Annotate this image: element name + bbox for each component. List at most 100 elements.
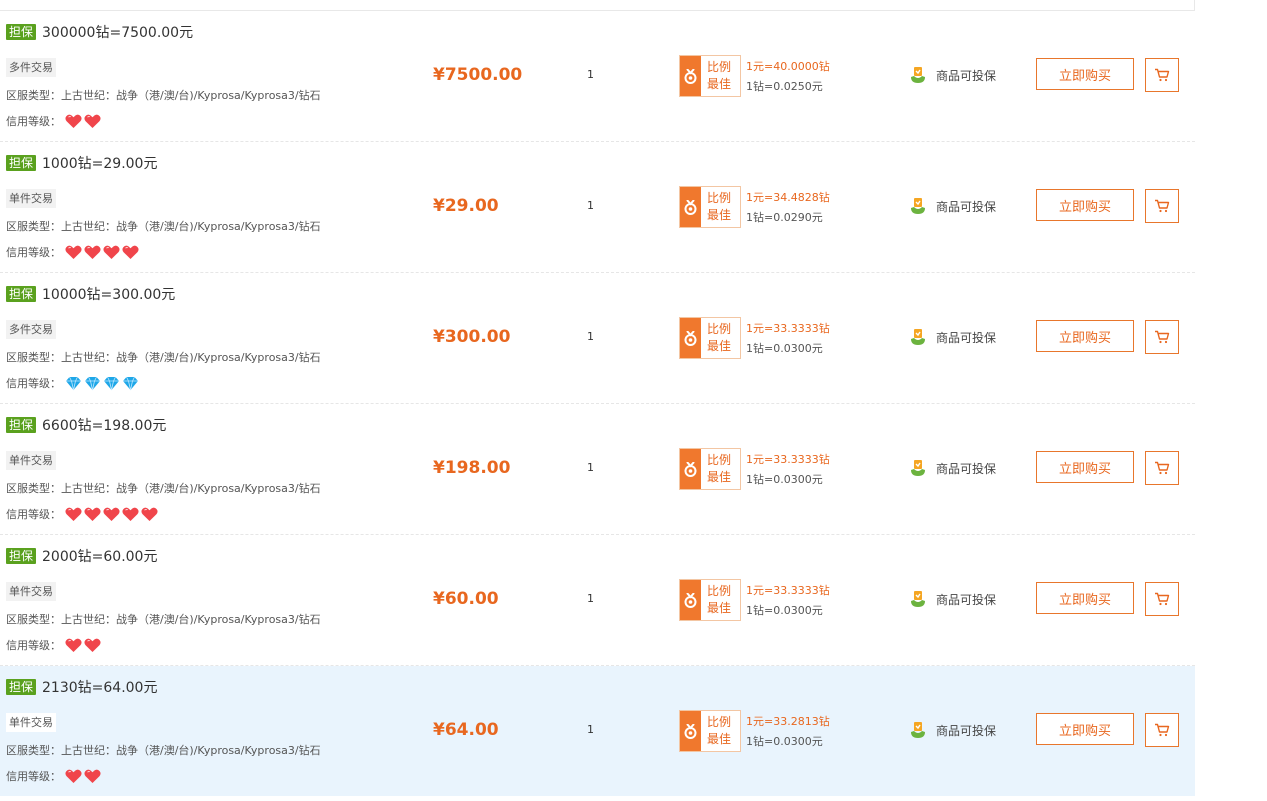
add-to-cart-button[interactable] (1145, 582, 1179, 616)
insurance-icon (911, 591, 925, 607)
listing-row[interactable]: 担保 1000钻=29.00元 单件交易 区服类型：上古世纪：战争（港/澳/台)… (0, 142, 1195, 273)
credit-icons (65, 376, 141, 391)
guarantee-badge: 担保 (6, 24, 37, 40)
heart-icon (65, 638, 82, 653)
heart-icon (122, 245, 139, 260)
listing-title-line: 担保 2130钻=64.00元 (6, 678, 157, 696)
cart-icon (1155, 723, 1170, 737)
buy-now-button[interactable]: 立即购买 (1036, 320, 1134, 352)
listing-row[interactable]: 担保 10000钻=300.00元 多件交易 区服类型：上古世纪：战争（港/澳/… (0, 273, 1195, 404)
credit-level: 信用等级： (6, 375, 141, 391)
listing-title[interactable]: 1000钻=29.00元 (42, 153, 157, 173)
credit-level: 信用等级： (6, 637, 103, 653)
buy-now-button[interactable]: 立即购买 (1036, 582, 1134, 614)
best-ratio-badge: 比例 最佳 (679, 186, 741, 228)
medal-icon (680, 56, 701, 96)
add-to-cart-button[interactable] (1145, 320, 1179, 354)
rate-diamond-to-yuan: 1钻=0.0300元 (746, 604, 823, 617)
listing-title-line: 担保 300000钻=7500.00元 (6, 23, 193, 41)
server-info: 区服类型：上古世纪：战争（港/澳/台)/Kyprosa/Kyprosa3/钻石 (6, 349, 321, 365)
listing-title[interactable]: 300000钻=7500.00元 (42, 22, 193, 42)
rate-diamond-to-yuan: 1钻=0.0250元 (746, 80, 823, 93)
listing-title[interactable]: 2130钻=64.00元 (42, 677, 157, 697)
quantity: 1 (587, 723, 594, 736)
cart-icon (1155, 199, 1170, 213)
listing-row[interactable]: 担保 6600钻=198.00元 单件交易 区服类型：上古世纪：战争（港/澳/台… (0, 404, 1195, 535)
heart-icon (84, 638, 101, 653)
server-label: 区服类型： (6, 613, 61, 626)
medal-icon (680, 711, 701, 751)
best-ratio-badge: 比例 最佳 (679, 448, 741, 490)
diamond-icon (103, 376, 120, 391)
heart-icon (84, 114, 101, 129)
guarantee-badge: 担保 (6, 155, 37, 171)
quantity: 1 (587, 330, 594, 343)
rate-diamond-to-yuan: 1钻=0.0300元 (746, 473, 823, 486)
insurance-icon (911, 67, 925, 83)
rate-yuan-to-diamond: 1元=33.2813钻 (746, 715, 830, 728)
medal-icon (680, 318, 701, 358)
heart-icon (103, 245, 120, 260)
heart-icon (65, 114, 82, 129)
listing-title-line: 担保 1000钻=29.00元 (6, 154, 157, 172)
server-value: 上古世纪：战争（港/澳/台)/Kyprosa/Kyprosa3/钻石 (61, 220, 321, 233)
heart-icon (84, 769, 101, 784)
buy-now-button[interactable]: 立即购买 (1036, 451, 1134, 483)
listing-row[interactable]: 担保 2000钻=60.00元 单件交易 区服类型：上古世纪：战争（港/澳/台)… (0, 535, 1195, 666)
credit-level: 信用等级： (6, 244, 141, 260)
listing-title[interactable]: 6600钻=198.00元 (42, 415, 166, 435)
heart-icon (65, 769, 82, 784)
buy-now-button[interactable]: 立即购买 (1036, 189, 1134, 221)
server-value: 上古世纪：战争（港/澳/台)/Kyprosa/Kyprosa3/钻石 (61, 744, 321, 757)
listing-title-line: 担保 10000钻=300.00元 (6, 285, 175, 303)
best-ratio-badge: 比例 最佳 (679, 579, 741, 621)
insurance-info: 商品可投保 (909, 590, 996, 608)
price: ¥7500.00 (433, 65, 523, 85)
trade-type-tag: 多件交易 (6, 58, 56, 77)
add-to-cart-button[interactable] (1145, 713, 1179, 747)
credit-level: 信用等级： (6, 768, 103, 784)
quantity: 1 (587, 199, 594, 212)
buy-now-button[interactable]: 立即购买 (1036, 58, 1134, 90)
heart-icon (103, 507, 120, 522)
diamond-icon (84, 376, 101, 391)
rate-yuan-to-diamond: 1元=33.3333钻 (746, 322, 830, 335)
exchange-rates: 1元=33.2813钻 1钻=0.0300元 (746, 712, 830, 752)
listing-title-line: 担保 6600钻=198.00元 (6, 416, 166, 434)
trade-type-tag: 单件交易 (6, 713, 56, 732)
credit-label: 信用等级： (6, 377, 61, 390)
best-label: 最佳 (707, 339, 732, 353)
insurance-label: 商品可投保 (936, 592, 997, 607)
best-ratio-badge: 比例 最佳 (679, 55, 741, 97)
add-to-cart-button[interactable] (1145, 451, 1179, 485)
guarantee-badge: 担保 (6, 548, 37, 564)
insurance-info: 商品可投保 (909, 66, 996, 84)
credit-icons (65, 507, 160, 522)
server-label: 区服类型： (6, 482, 61, 495)
rate-yuan-to-diamond: 1元=33.3333钻 (746, 584, 830, 597)
credit-label: 信用等级： (6, 770, 61, 783)
ratio-label: 比例 (707, 322, 732, 336)
listing-row[interactable]: 担保 2130钻=64.00元 单件交易 区服类型：上古世纪：战争（港/澳/台)… (0, 666, 1195, 796)
cart-icon (1155, 461, 1170, 475)
insurance-info: 商品可投保 (909, 459, 996, 477)
cart-icon (1155, 330, 1170, 344)
server-label: 区服类型： (6, 744, 61, 757)
listing-title[interactable]: 2000钻=60.00元 (42, 546, 157, 566)
insurance-label: 商品可投保 (936, 68, 997, 83)
ratio-label: 比例 (707, 584, 732, 598)
add-to-cart-button[interactable] (1145, 189, 1179, 223)
buy-now-button[interactable]: 立即购买 (1036, 713, 1134, 745)
add-to-cart-button[interactable] (1145, 58, 1179, 92)
listing-row[interactable]: 担保 300000钻=7500.00元 多件交易 区服类型：上古世纪：战争（港/… (0, 11, 1195, 142)
listing-title[interactable]: 10000钻=300.00元 (42, 284, 175, 304)
heart-icon (65, 507, 82, 522)
credit-icons (65, 245, 141, 260)
medal-icon (680, 580, 701, 620)
server-label: 区服类型： (6, 220, 61, 233)
best-label: 最佳 (707, 77, 732, 91)
best-ratio-badge: 比例 最佳 (679, 317, 741, 359)
insurance-label: 商品可投保 (936, 330, 997, 345)
server-value: 上古世纪：战争（港/澳/台)/Kyprosa/Kyprosa3/钻石 (61, 613, 321, 626)
server-info: 区服类型：上古世纪：战争（港/澳/台)/Kyprosa/Kyprosa3/钻石 (6, 480, 321, 496)
